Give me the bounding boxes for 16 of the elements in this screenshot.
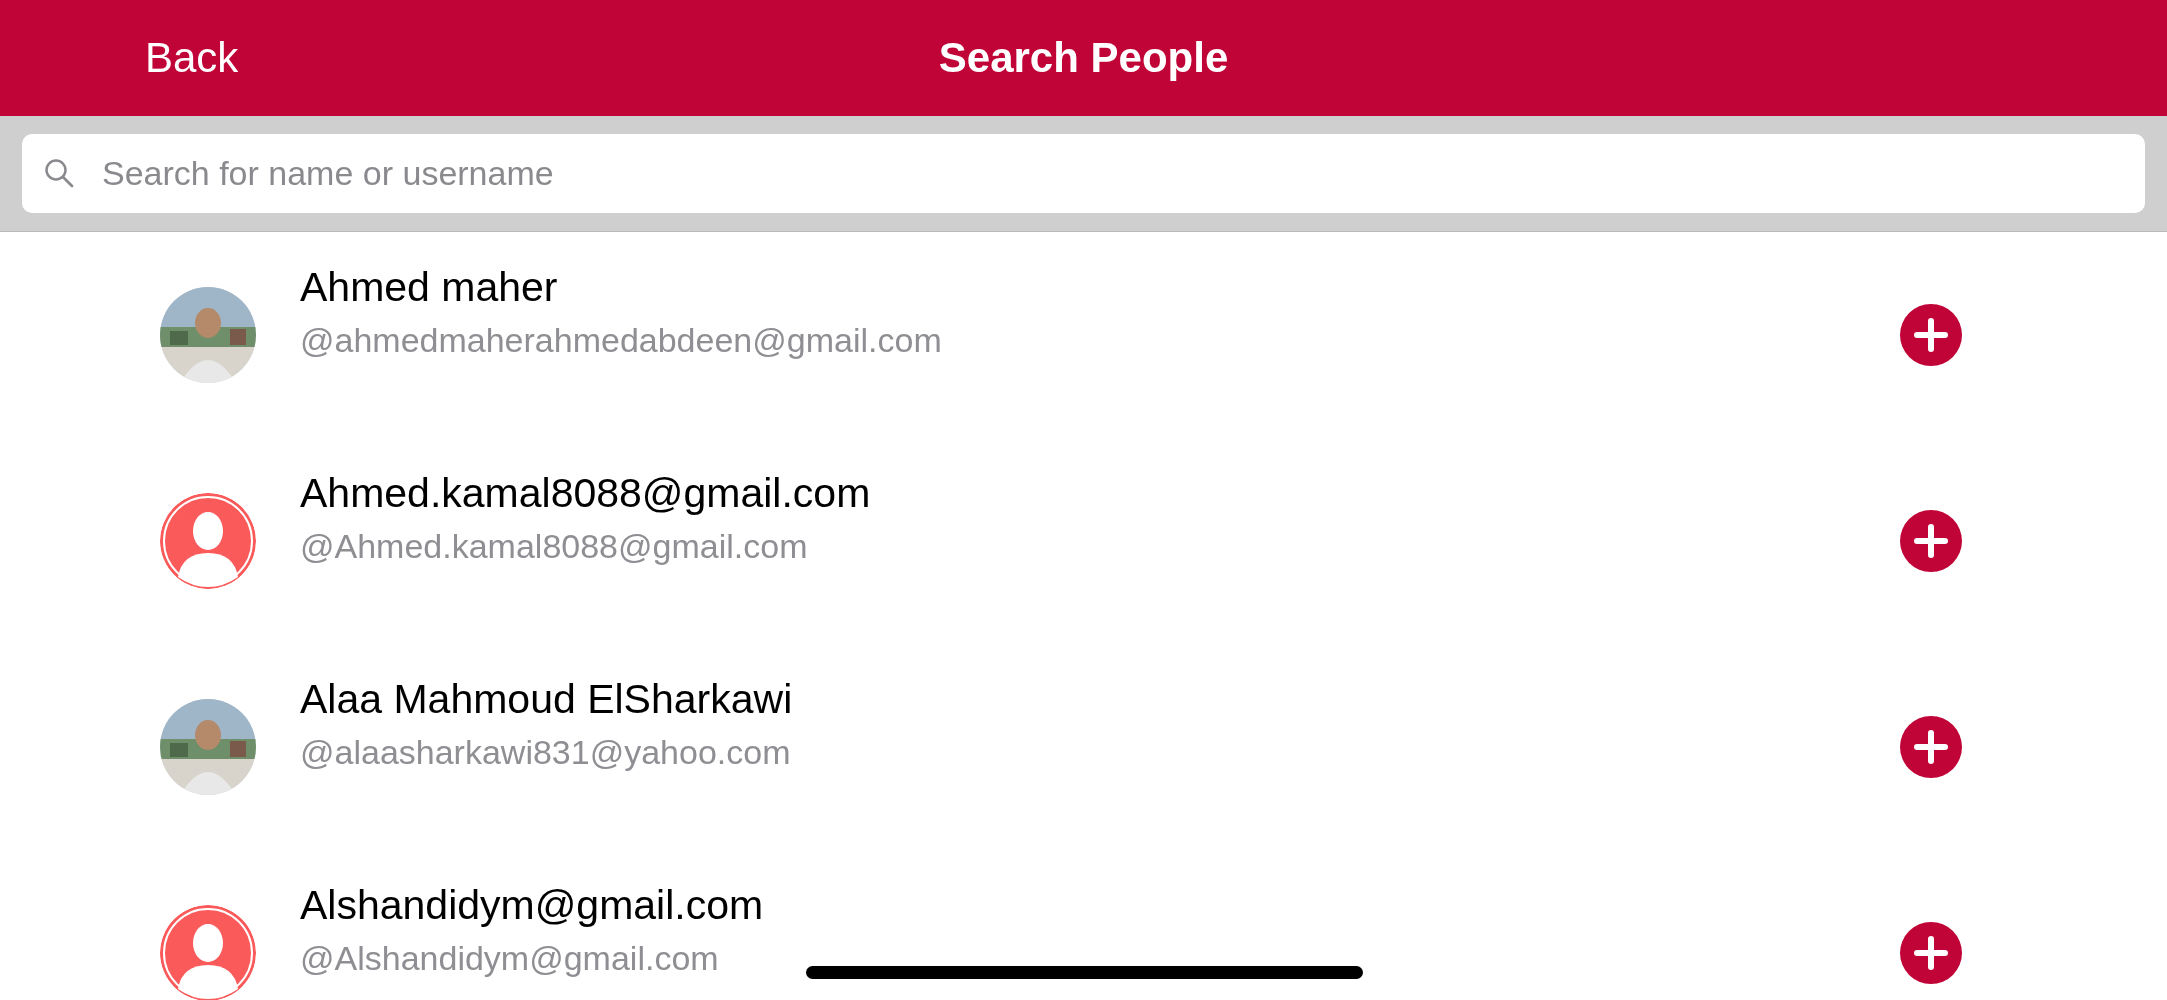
person-silhouette-icon [160,493,256,589]
username: @Ahmed.kamal8088@gmail.com [300,527,808,566]
plus-icon [1914,318,1948,352]
back-button[interactable]: Back [145,34,239,82]
page-title: Search People [938,34,1229,82]
plus-icon [1914,730,1948,764]
username: @ahmedmaherahmedabdeen@gmail.com [300,321,942,360]
username: @Alshandidym@gmail.com [300,939,719,978]
plus-icon [1914,936,1948,970]
search-field[interactable]: Search for name or username [22,134,2145,213]
person-name: Ahmed.kamal8088@gmail.com [300,470,871,516]
username: @alaasharkawi831@yahoo.com [300,733,791,772]
person-name: Ahmed maher [300,264,558,310]
plus-icon [1914,524,1948,558]
person-name: Alaa Mahmoud ElSharkawi [300,676,793,722]
person-name: Alshandidym@gmail.com [300,882,764,928]
